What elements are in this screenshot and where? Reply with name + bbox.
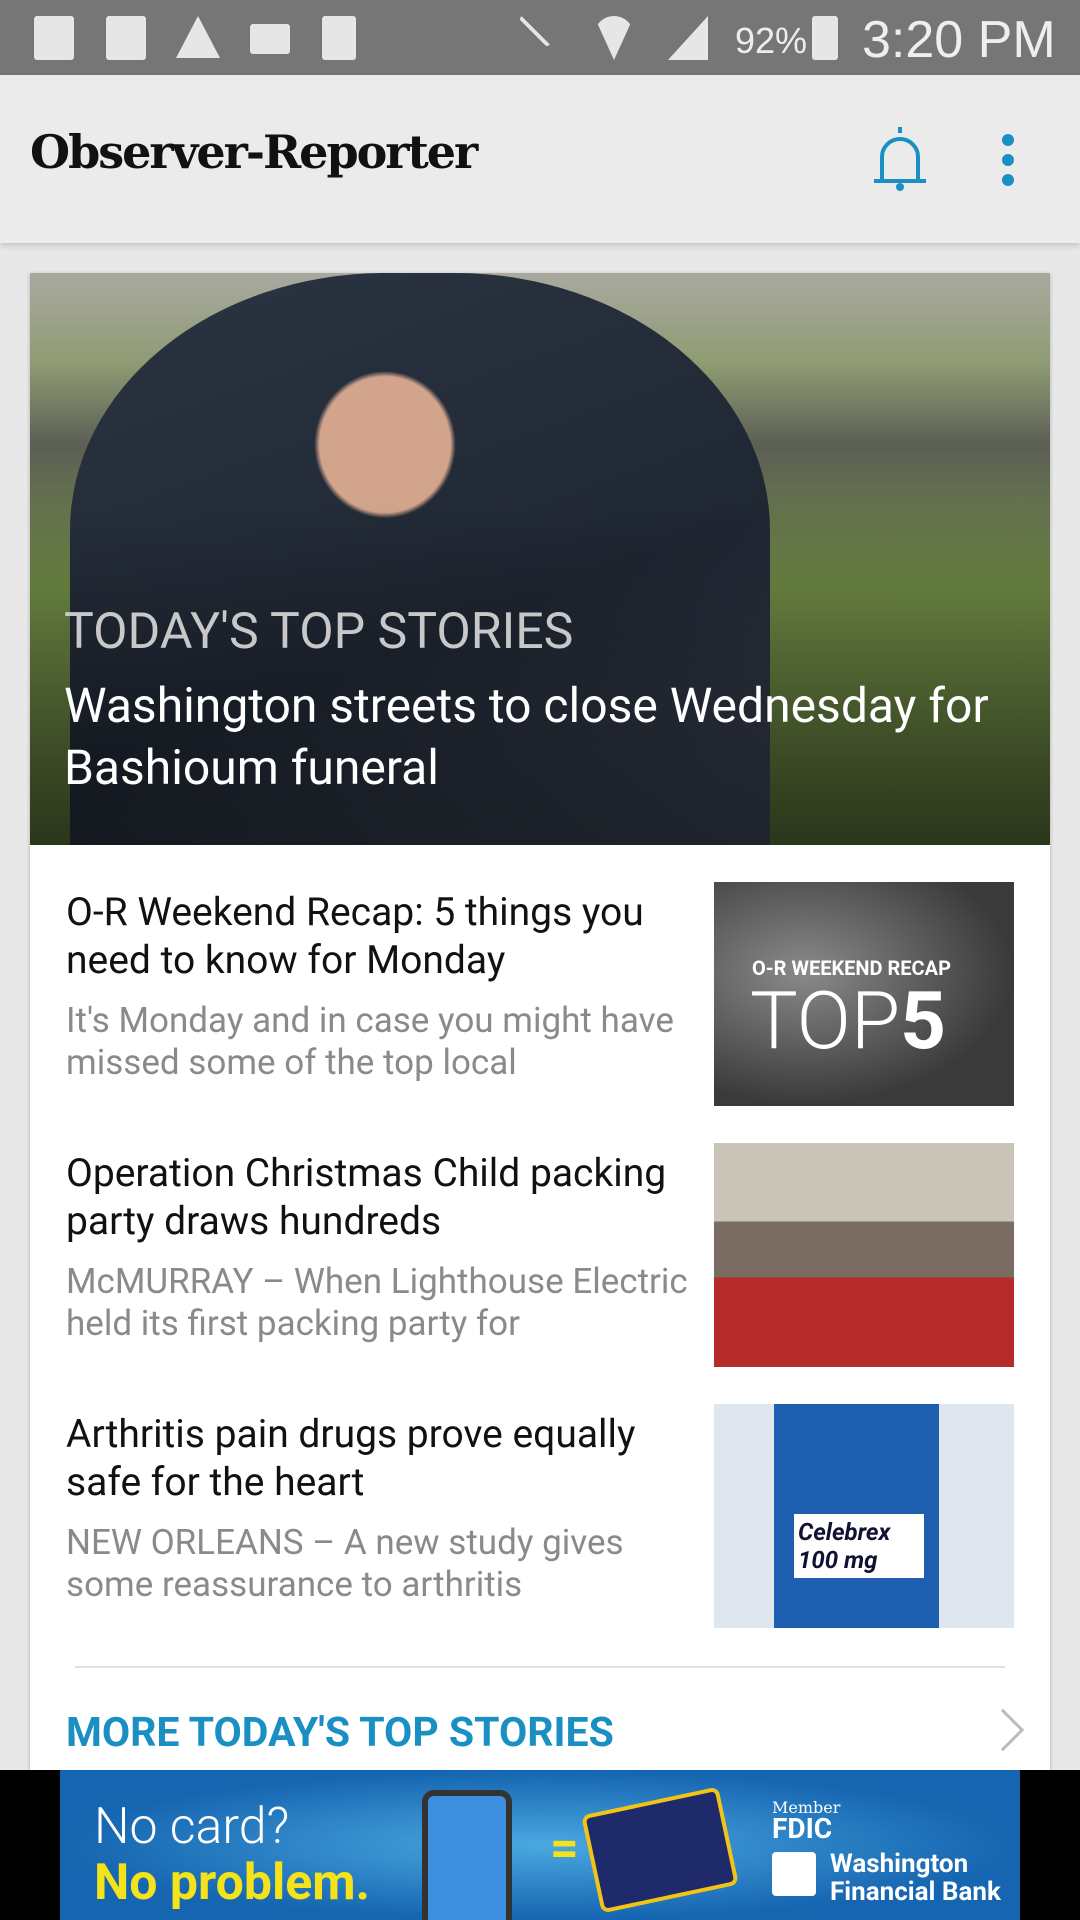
story-title[interactable]: Operation Christmas Child packing party … — [66, 1149, 696, 1245]
copy-icon — [34, 16, 74, 60]
hero-story[interactable]: TODAY'S TOP STORIES Washington streets t… — [30, 273, 1050, 845]
story-thumbnail[interactable]: Celebrex 100 mg — [714, 1404, 1014, 1628]
story-summary: McMURRAY – When Lighthouse Electric held… — [66, 1261, 688, 1344]
clock: 3:20 PM — [862, 11, 1056, 69]
warning-icon — [176, 16, 220, 58]
ad-banner[interactable]: No card? No problem. = Member FDIC Washi… — [0, 1770, 1080, 1920]
bell-icon[interactable] — [868, 123, 932, 195]
wifi-icon — [594, 16, 634, 60]
voicemail-icon — [250, 24, 290, 54]
status-bar: 92% 3:20 PM — [0, 0, 1080, 75]
ad-bank-name: Washington Financial Bank — [830, 1849, 1001, 1907]
battery-charging-icon — [812, 16, 838, 60]
ad-line2: No problem. — [94, 1854, 371, 1912]
app-bar: Observer-Reporter — [0, 75, 1080, 243]
debit-card-image — [581, 1786, 739, 1914]
list-item[interactable]: Operation Christmas Child packing party … — [30, 1143, 1050, 1367]
story-summary: It's Monday and in case you might have m… — [66, 1000, 674, 1083]
more-stories-link[interactable]: MORE TODAY'S TOP STORIES — [66, 1709, 614, 1757]
mute-icon — [518, 4, 562, 48]
ad-image[interactable]: No card? No problem. = Member FDIC Washi… — [60, 1770, 1020, 1920]
divider — [75, 1666, 1005, 1668]
battery-percent: 92% — [735, 20, 808, 61]
top-stories-card: TODAY'S TOP STORIES Washington streets t… — [30, 273, 1050, 1773]
story-thumbnail[interactable] — [714, 1143, 1014, 1367]
thumb-label: Celebrex 100 mg — [794, 1514, 924, 1578]
list-item[interactable]: Arthritis pain drugs prove equally safe … — [30, 1404, 1050, 1628]
story-title[interactable]: Arthritis pain drugs prove equally safe … — [66, 1410, 696, 1506]
signal-icon — [668, 16, 708, 60]
equals-sign: = — [550, 1820, 579, 1878]
list-item[interactable]: O-R Weekend Recap: 5 things you need to … — [30, 882, 1050, 1106]
bank-logo-icon — [772, 1852, 816, 1896]
phone-image — [422, 1790, 512, 1920]
hero-headline[interactable]: Washington streets to close Wednesday fo… — [64, 675, 1024, 799]
section-kicker: TODAY'S TOP STORIES — [64, 603, 574, 661]
chevron-right-icon[interactable] — [981, 1708, 1025, 1752]
ad-line1: No card? — [94, 1798, 290, 1856]
story-title[interactable]: O-R Weekend Recap: 5 things you need to … — [66, 888, 696, 984]
ad-fdic: FDIC — [772, 1812, 833, 1845]
news-icon — [106, 16, 146, 60]
story-thumbnail[interactable]: O-R WEEKEND RECAP TOP5 — [714, 882, 1014, 1106]
logo[interactable]: Observer-Reporter — [30, 125, 478, 179]
thumb-top5: TOP5 — [750, 974, 947, 1068]
story-summary: NEW ORLEANS – A new study gives some rea… — [66, 1522, 624, 1605]
sim-error-icon — [322, 16, 356, 60]
more-options-icon[interactable] — [996, 133, 1020, 187]
